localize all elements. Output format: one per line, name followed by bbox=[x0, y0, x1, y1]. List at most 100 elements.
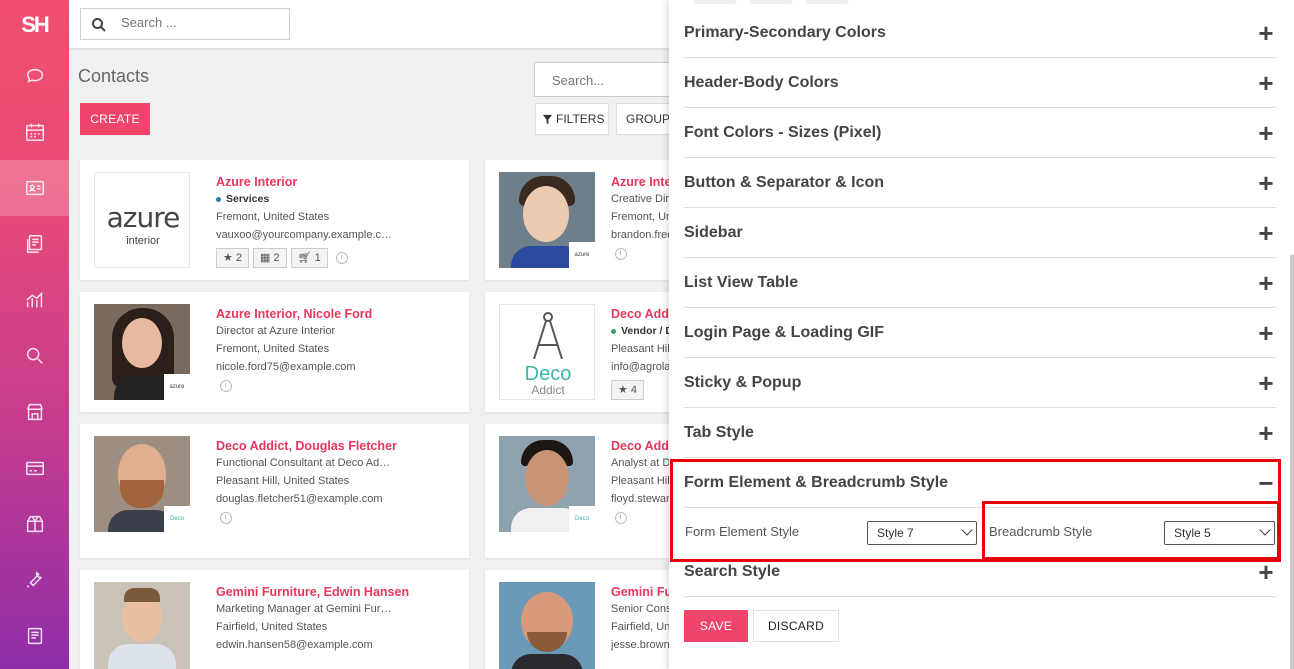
store-icon[interactable] bbox=[0, 384, 69, 440]
create-button[interactable]: CREATE bbox=[80, 103, 150, 135]
kanban-card[interactable]: Deco Deco Addict, Douglas Fletcher Funct… bbox=[80, 424, 469, 558]
crm-icon[interactable] bbox=[0, 216, 69, 272]
contact-name[interactable]: Azure Interior, Brandon Freeman bbox=[611, 174, 675, 190]
section-login-page-loading-gif[interactable]: Login Page & Loading GIF + bbox=[684, 308, 1276, 358]
global-search[interactable] bbox=[80, 8, 290, 40]
box-icon[interactable] bbox=[0, 496, 69, 552]
page-title: Contacts bbox=[78, 66, 150, 86]
highlight-box-breadcrumb bbox=[982, 501, 1280, 560]
contact-email: info@agrolait.com bbox=[611, 361, 675, 373]
discard-button[interactable]: DISCARD bbox=[753, 610, 839, 642]
contact-photo: azure bbox=[499, 172, 595, 268]
contact-location: Pleasant Hill, United States bbox=[216, 475, 350, 487]
clock-icon[interactable] bbox=[220, 380, 232, 392]
section-list-view-table[interactable]: List View Table + bbox=[684, 258, 1276, 308]
kanban-card[interactable]: Deco Deco Addict, Floyd Steward Analyst … bbox=[485, 424, 675, 558]
contact-job: Director at Azure Interior bbox=[216, 325, 336, 337]
contact-job: Analyst at Deco Addict bbox=[611, 457, 675, 469]
expand-icon[interactable]: + bbox=[1256, 120, 1276, 146]
section-tab-style[interactable]: Tab Style + bbox=[684, 408, 1276, 458]
expand-icon[interactable]: + bbox=[1256, 70, 1276, 96]
contact-name[interactable]: Gemini Furniture, Jesse Brown bbox=[611, 584, 675, 600]
kanban-card[interactable]: Gemini Furniture, Edwin Hansen Marketing… bbox=[80, 570, 469, 669]
contact-name[interactable]: Gemini Furniture, Edwin Hansen bbox=[216, 584, 409, 600]
company-logo: Deco Addict bbox=[499, 304, 595, 400]
contact-tag: Services bbox=[216, 190, 396, 208]
contact-location: Fremont, United States bbox=[216, 343, 330, 355]
section-title: Header-Body Colors bbox=[684, 73, 839, 91]
kanban-card[interactable]: azure Azure Interior, Brandon Freeman Cr… bbox=[485, 160, 675, 280]
section-title: Button & Separator & Icon bbox=[684, 173, 885, 191]
section-title: Tab Style bbox=[684, 423, 754, 441]
wrench-icon[interactable] bbox=[0, 552, 69, 608]
kanban-card[interactable]: Deco Addict Deco Addict Vendor / Desk Pl… bbox=[485, 292, 675, 412]
calendar-icon[interactable] bbox=[0, 104, 69, 160]
search-icon[interactable] bbox=[0, 328, 69, 384]
section-primary-secondary-colors[interactable]: Primary-Secondary Colors + bbox=[684, 8, 1276, 58]
orders-button[interactable]: 🛒︎ 1 bbox=[290, 248, 328, 268]
clock-icon[interactable] bbox=[335, 252, 348, 264]
panel-scrollbar[interactable] bbox=[1290, 255, 1294, 669]
contact-tag: Vendor / Desk bbox=[611, 322, 675, 340]
company-logo: azure interior bbox=[94, 172, 190, 268]
contact-name[interactable]: Deco Addict, Floyd Steward bbox=[611, 438, 675, 454]
contact-email: edwin.hansen58@example.com bbox=[216, 639, 373, 651]
contact-photo: azure bbox=[94, 304, 190, 400]
section-font-colors-sizes[interactable]: Font Colors - Sizes (Pixel) + bbox=[684, 108, 1276, 158]
compass-icon bbox=[533, 312, 563, 360]
expand-icon[interactable]: + bbox=[1256, 220, 1276, 246]
section-sidebar[interactable]: Sidebar + bbox=[684, 208, 1276, 258]
groupby-button[interactable]: GROUP BY bbox=[616, 103, 674, 135]
clock-icon[interactable] bbox=[615, 512, 627, 524]
contact-location: Pleasant Hill, United States bbox=[611, 475, 675, 487]
contact-email: nicole.ford75@example.com bbox=[216, 361, 356, 373]
groupby-label: GROUP BY bbox=[626, 112, 673, 126]
chart-icon[interactable] bbox=[0, 272, 69, 328]
contact-job: Marketing Manager at Gemini Furniture bbox=[216, 603, 396, 615]
section-sticky-popup[interactable]: Sticky & Popup + bbox=[684, 358, 1276, 408]
expand-icon[interactable]: + bbox=[1256, 320, 1276, 346]
logo-sub: interior bbox=[126, 235, 160, 247]
contact-name[interactable]: Deco Addict bbox=[611, 306, 675, 322]
global-search-input[interactable] bbox=[121, 15, 281, 30]
search-input[interactable] bbox=[552, 73, 662, 88]
app-logo[interactable]: SH bbox=[0, 0, 69, 50]
kanban-card[interactable]: Gemini Furniture, Jesse Brown Senior Con… bbox=[485, 570, 675, 669]
contact-location: Fremont, United States bbox=[216, 211, 330, 223]
clock-icon[interactable] bbox=[615, 248, 627, 260]
document-icon[interactable] bbox=[0, 608, 69, 664]
contact-name[interactable]: Azure Interior bbox=[216, 174, 396, 190]
filters-label: FILTERS bbox=[556, 112, 605, 126]
contact-name[interactable]: Deco Addict, Douglas Fletcher bbox=[216, 438, 397, 454]
contact-email: douglas.fletcher51@example.com bbox=[216, 493, 383, 505]
stars-button[interactable]: ★ 2 bbox=[216, 248, 250, 268]
expand-icon[interactable]: + bbox=[1256, 559, 1276, 585]
contact-photo: Deco bbox=[499, 436, 595, 532]
kanban-card[interactable]: azure Azure Interior, Nicole Ford Direct… bbox=[80, 292, 469, 412]
expand-icon[interactable]: + bbox=[1256, 420, 1276, 446]
contact-photo bbox=[94, 582, 190, 669]
save-button[interactable]: SAVE bbox=[684, 610, 748, 642]
clock-icon[interactable] bbox=[220, 512, 232, 524]
company-logo-mini: Deco bbox=[164, 506, 190, 532]
filters-button[interactable]: FILTERS bbox=[535, 103, 609, 135]
search-bar[interactable] bbox=[534, 62, 674, 97]
expand-icon[interactable]: + bbox=[1256, 170, 1276, 196]
section-button-separator-icon[interactable]: Button & Separator & Icon + bbox=[684, 158, 1276, 208]
expand-icon[interactable]: + bbox=[1256, 270, 1276, 296]
contacts-icon[interactable] bbox=[0, 160, 69, 216]
kanban-card[interactable]: azure interior Azure Interior Services F… bbox=[80, 160, 469, 280]
contact-name[interactable]: Azure Interior, Nicole Ford bbox=[216, 306, 396, 322]
expand-icon[interactable]: + bbox=[1256, 20, 1276, 46]
contact-email: brandon.freeman55@example.com bbox=[611, 229, 675, 241]
chat-icon[interactable] bbox=[0, 48, 69, 104]
meetings-button[interactable]: ▦ 2 bbox=[253, 248, 287, 268]
card-icon[interactable] bbox=[0, 440, 69, 496]
stars-button[interactable]: ★ 4 bbox=[611, 380, 645, 400]
logo-text: azure bbox=[106, 201, 181, 234]
contact-job: Senior Consultant bbox=[611, 603, 675, 615]
section-header-body-colors[interactable]: Header-Body Colors + bbox=[684, 58, 1276, 108]
company-logo-mini: azure bbox=[164, 374, 190, 400]
expand-icon[interactable]: + bbox=[1256, 370, 1276, 396]
contact-location: Pleasant Hill, United States bbox=[611, 343, 675, 355]
